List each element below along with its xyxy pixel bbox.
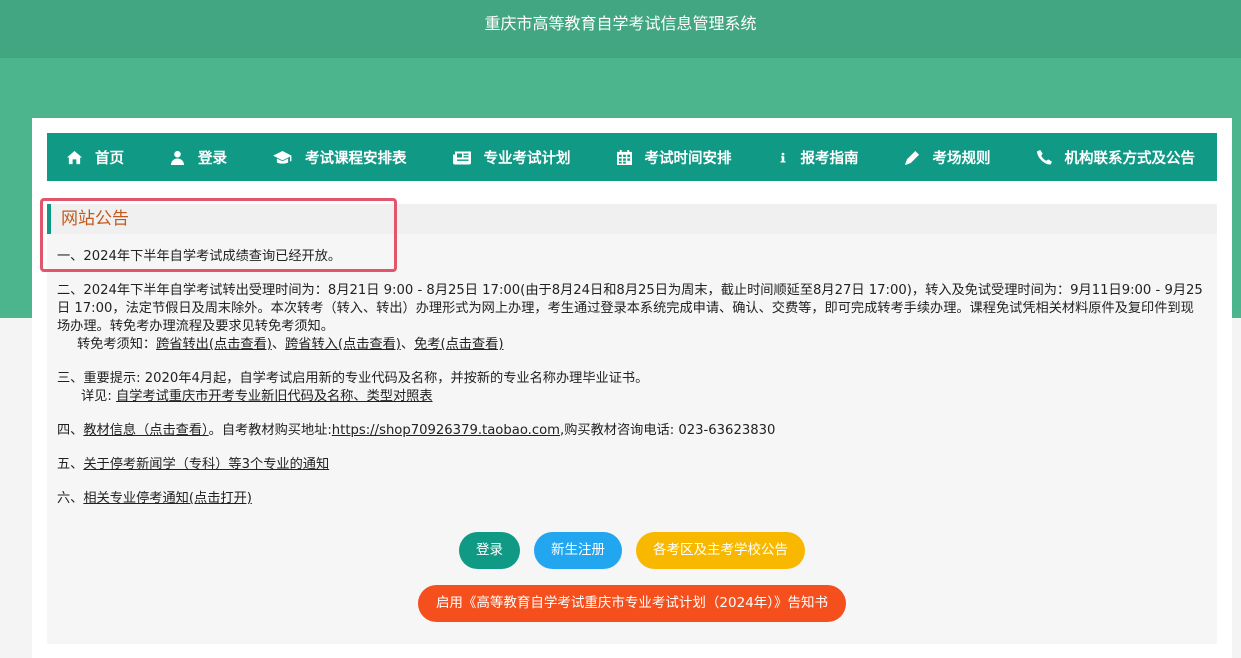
user-icon	[170, 150, 185, 165]
transfer-out-link[interactable]: 跨省转出(点击查看)	[156, 337, 272, 352]
item-prefix: 五、	[57, 457, 84, 472]
notice-item-6: 六、相关专业停考通知(点击打开)	[57, 490, 1205, 508]
calendar-icon	[616, 149, 632, 165]
notice-item-1: 一、2024年下半年自学考试成绩查询已经开放。	[57, 249, 342, 264]
notice-item-3-text: 三、重要提示: 2020年4月起，自学考试启用新的专业代码及名称，并按新的专业名…	[57, 371, 649, 386]
notice-item-2-links: 转免考须知：跨省转出(点击查看)、跨省转入(点击查看)、免考(点击查看)	[57, 336, 1205, 354]
nav-item-home[interactable]: 首页	[67, 147, 124, 168]
main-nav: 首页 登录 考试课程安排表 专业考试计划 考试时间安排 报考指南 考场规则 机构…	[47, 133, 1217, 181]
nav-label: 考试课程安排表	[305, 150, 407, 167]
textbook-info-link[interactable]: 教材信息（点击查看）	[83, 423, 208, 438]
nav-label: 首页	[95, 150, 124, 167]
nav-item-course-schedule[interactable]: 考试课程安排表	[273, 147, 407, 168]
announcements-button[interactable]: 各考区及主考学校公告	[636, 532, 805, 569]
info-icon	[780, 152, 785, 162]
register-button[interactable]: 新生注册	[534, 532, 622, 569]
detail-label: 详见:	[81, 389, 117, 404]
notice-title: 网站公告	[47, 204, 1217, 234]
notice-section: 网站公告 一、2024年下半年自学考试成绩查询已经开放。 二、2024年下半年自…	[40, 198, 1217, 644]
main-panel: 首页 登录 考试课程安排表 专业考试计划 考试时间安排 报考指南 考场规则 机构…	[32, 118, 1232, 658]
pencil-icon	[904, 150, 919, 165]
nav-label: 考场规则	[932, 150, 991, 167]
phone-icon	[1036, 149, 1052, 165]
major-code-table-link[interactable]: 自学考试重庆市开考专业新旧代码及名称、类型对照表	[116, 389, 433, 404]
plan-notice-row: 启用《高等教育自学考试重庆市专业考试计划（2024年）》告知书	[47, 585, 1217, 622]
nav-item-exam-time[interactable]: 考试时间安排	[616, 147, 732, 168]
shop-url-link[interactable]: https://shop70926379.taobao.com	[332, 423, 560, 438]
nav-item-rules[interactable]: 考场规则	[904, 147, 991, 168]
site-title: 重庆市高等教育自学考试信息管理系统	[484, 14, 757, 33]
nav-label: 专业考试计划	[483, 150, 571, 167]
transfer-in-link[interactable]: 跨省转入(点击查看)	[285, 337, 401, 352]
nav-label: 考试时间安排	[644, 150, 732, 167]
login-button[interactable]: 登录	[459, 532, 520, 569]
separator: 、	[400, 337, 415, 352]
newspaper-icon	[452, 151, 471, 164]
notice-item-3: 三、重要提示: 2020年4月起，自学考试启用新的专业代码及名称，并按新的专业名…	[57, 370, 1205, 406]
plan-notice-button[interactable]: 启用《高等教育自学考试重庆市专业考试计划（2024年）》告知书	[417, 585, 847, 622]
suspension-notice-link[interactable]: 关于停考新闻学（专科）等3个专业的通知	[83, 457, 329, 472]
textbook-text: 。自考教材购买地址:	[208, 423, 332, 438]
notice-list: 一、2024年下半年自学考试成绩查询已经开放。 二、2024年下半年自学考试转出…	[57, 248, 1205, 524]
home-icon	[67, 150, 82, 164]
notice-item-5: 五、关于停考新闻学（专科）等3个专业的通知	[57, 456, 1205, 474]
site-header: 重庆市高等教育自学考试信息管理系统	[0, 0, 1241, 58]
consult-phone-text: ,购买教材咨询电话: 023-63623830	[560, 423, 776, 438]
nav-item-contacts[interactable]: 机构联系方式及公告	[1036, 147, 1196, 168]
separator: 、	[271, 337, 286, 352]
nav-item-exam-plan[interactable]: 专业考试计划	[452, 147, 571, 168]
nav-label: 登录	[198, 150, 227, 167]
related-suspension-link[interactable]: 相关专业停考通知(点击打开)	[83, 491, 252, 506]
notice-item-3-detail: 详见: 自学考试重庆市开考专业新旧代码及名称、类型对照表	[57, 388, 1205, 406]
action-buttons: 登录 新生注册 各考区及主考学校公告	[47, 532, 1217, 569]
notice-item-4: 四、教材信息（点击查看）。自考教材购买地址:https://shop709263…	[57, 422, 1205, 440]
exemption-link[interactable]: 免考(点击查看)	[414, 337, 503, 352]
nav-label: 机构联系方式及公告	[1064, 150, 1196, 167]
nav-item-guide[interactable]: 报考指南	[778, 147, 859, 168]
item-prefix: 四、	[57, 423, 84, 438]
nav-item-login[interactable]: 登录	[170, 147, 227, 168]
graduation-cap-icon	[273, 150, 292, 164]
notice-item-2: 二、2024年下半年自学考试转出受理时间为：8月21日 9:00 - 8月25日…	[57, 282, 1205, 354]
nav-label: 报考指南	[800, 150, 859, 167]
transfer-notice-label: 转免考须知：	[77, 337, 157, 352]
notice-item-2-text: 二、2024年下半年自学考试转出受理时间为：8月21日 9:00 - 8月25日…	[57, 283, 1203, 334]
item-prefix: 六、	[57, 491, 84, 506]
